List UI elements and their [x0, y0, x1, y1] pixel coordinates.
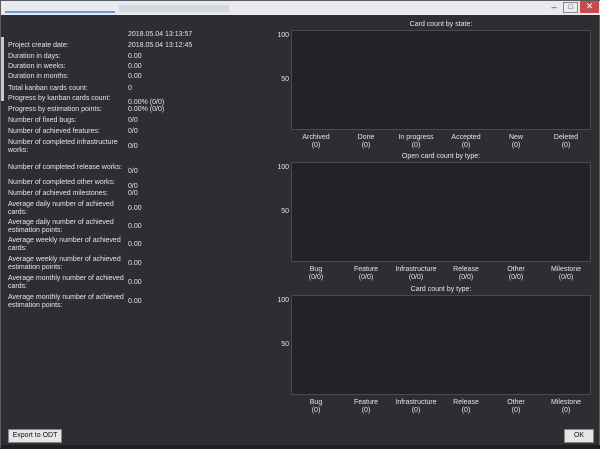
- stat-value: 0/0: [128, 168, 138, 175]
- stat-value: 0.00% (0/0): [128, 106, 165, 113]
- stat-label: Average monthly number of achieved cards…: [8, 275, 124, 290]
- stat-label: Number of achieved features:: [8, 128, 100, 135]
- stat-value: 2018.05.04 13:12:45: [128, 42, 193, 49]
- maximize-button[interactable]: □: [563, 2, 578, 13]
- stat-value: 0.00: [128, 241, 142, 248]
- stat-value: 0.00: [128, 298, 142, 305]
- header-value: 2018.05.04 13:13:57: [128, 31, 193, 38]
- chart-plot-area: [291, 30, 591, 130]
- stat-label: Average daily number of achieved cards:: [8, 201, 114, 216]
- stat-label: Average weekly number of achieved cards:: [8, 237, 121, 252]
- stat-value: 0.00: [128, 260, 142, 267]
- close-button[interactable]: ✕: [580, 1, 599, 13]
- stat-value: 0/0: [128, 183, 138, 190]
- stat-value: 0/0: [128, 128, 138, 135]
- stat-label: Number of completed infrastructure works…: [8, 139, 118, 154]
- category-value: (0/0): [558, 274, 574, 281]
- title-progress: [5, 11, 115, 13]
- stat-label: Number of completed other works:: [8, 179, 115, 186]
- stat-label: Average monthly number of achieved estim…: [8, 294, 124, 309]
- minimize-button[interactable]: –: [546, 2, 562, 13]
- stat-label: Number of achieved milestones:: [8, 190, 108, 197]
- category-name: Deleted: [553, 134, 579, 141]
- stat-label: Duration in months:: [8, 73, 69, 80]
- title-tab-strip: [1, 1, 231, 15]
- stat-value: 0/0: [128, 117, 138, 124]
- y-tick-label: 50: [281, 208, 289, 215]
- stat-label: Progress by kanban cards count:: [8, 95, 111, 102]
- title-tab: [119, 5, 229, 12]
- stat-label: Number of fixed bugs:: [8, 117, 77, 124]
- ok-button[interactable]: OK: [564, 429, 594, 443]
- category-name: Milestone: [551, 266, 581, 273]
- left-accent-bar: [1, 37, 4, 101]
- stat-label: Average weekly number of achieved estima…: [8, 256, 121, 271]
- category-name: Milestone: [551, 399, 581, 406]
- chart-plot-area: [291, 295, 591, 395]
- stat-label: Project create date:: [8, 42, 69, 49]
- category-label: Milestone (0/0): [536, 266, 596, 282]
- chart-plot-area: [291, 162, 591, 262]
- stat-value: 0.00: [128, 205, 142, 212]
- stat-label: Duration in weeks:: [8, 63, 66, 70]
- stat-value: 0.00% (0/0): [128, 99, 165, 106]
- stat-value: 0.00: [128, 223, 142, 230]
- statistics-window: – □ ✕ 2018.05.04 13:13:57 Project create…: [0, 0, 600, 449]
- stat-value: 0.00: [128, 53, 142, 60]
- export-odt-button[interactable]: Export to ODT: [8, 429, 62, 443]
- chart-title: Card count by type:: [410, 286, 472, 293]
- category-value: (0): [561, 407, 571, 414]
- stat-value: 0/0: [128, 190, 138, 197]
- status-strip: [1, 445, 600, 449]
- stat-value: 0/0: [128, 143, 138, 150]
- stat-label: Progress by estimation points:: [8, 106, 102, 113]
- chart-title: Open card count by type:: [401, 153, 481, 160]
- category-label: Deleted (0): [536, 134, 596, 150]
- chart-title: Card count by state:: [409, 21, 473, 28]
- stat-value: 0.00: [128, 63, 142, 70]
- title-bar: – □ ✕: [1, 1, 600, 15]
- stat-value: 0: [128, 85, 132, 92]
- category-value: (0): [561, 142, 571, 149]
- stat-value: 0.00: [128, 73, 142, 80]
- stat-label: Number of completed release works:: [8, 164, 122, 171]
- y-tick-label: 100: [277, 297, 289, 304]
- y-tick-label: 50: [281, 76, 289, 83]
- category-label: Milestone (0): [536, 399, 596, 415]
- stat-label: Average daily number of achieved estimat…: [8, 219, 114, 234]
- y-tick-label: 100: [277, 32, 289, 39]
- stat-value: 0.00: [128, 279, 142, 286]
- y-tick-label: 50: [281, 341, 289, 348]
- stat-label: Duration in days:: [8, 53, 61, 60]
- stat-label: Total kanban cards count:: [8, 85, 88, 92]
- y-tick-label: 100: [277, 164, 289, 171]
